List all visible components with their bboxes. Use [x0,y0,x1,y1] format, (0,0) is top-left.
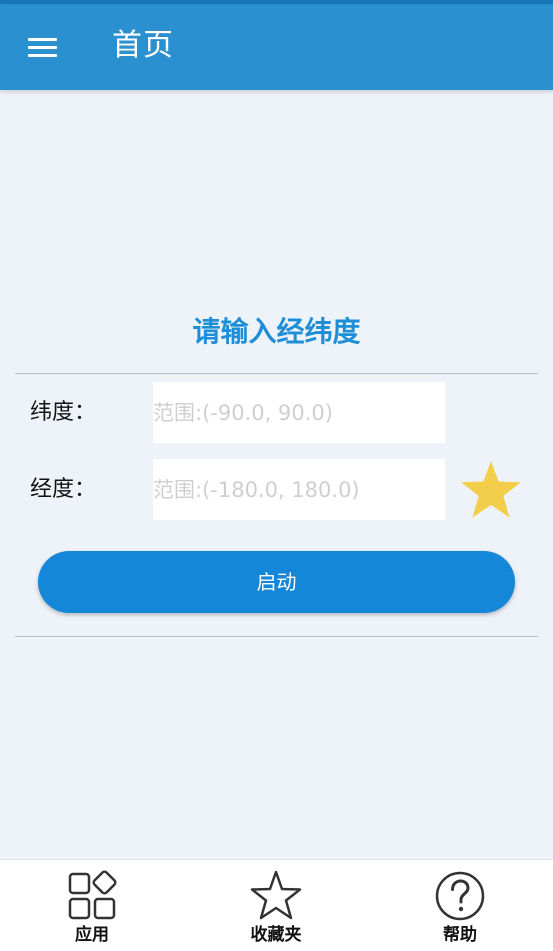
star-icon [461,461,521,518]
nav-item-help[interactable]: 帮助 [368,860,552,951]
hamburger-menu-icon[interactable] [20,30,64,64]
bottom-divider [15,636,538,637]
menu-line [28,54,57,57]
start-button[interactable]: 启动 [38,551,515,613]
top-divider [15,373,538,374]
app-screen: 首页 请输入经纬度 纬度： 经度： 启动 应用 收藏夹 [0,0,553,951]
bottom-navigation: 应用 收藏夹 帮助 [0,859,553,951]
longitude-input[interactable] [153,459,445,520]
star-outline-icon [250,870,302,920]
form-title: 请输入经纬度 [192,315,361,348]
page-title: 首页 [112,28,174,63]
favorite-button[interactable] [458,459,524,521]
nav-item-favorites[interactable]: 收藏夹 [184,860,368,951]
menu-line [28,38,57,41]
help-icon [435,871,485,921]
longitude-label: 经度： [30,477,97,502]
latitude-label: 纬度： [30,400,97,425]
nav-label-apps: 应用 [75,925,109,945]
latitude-input[interactable] [153,382,445,443]
apps-icon [68,870,117,920]
app-bar: 首页 [0,4,553,90]
menu-line [28,46,57,49]
nav-label-help: 帮助 [443,925,477,945]
nav-item-apps[interactable]: 应用 [0,860,184,951]
nav-label-favorites: 收藏夹 [250,925,302,945]
